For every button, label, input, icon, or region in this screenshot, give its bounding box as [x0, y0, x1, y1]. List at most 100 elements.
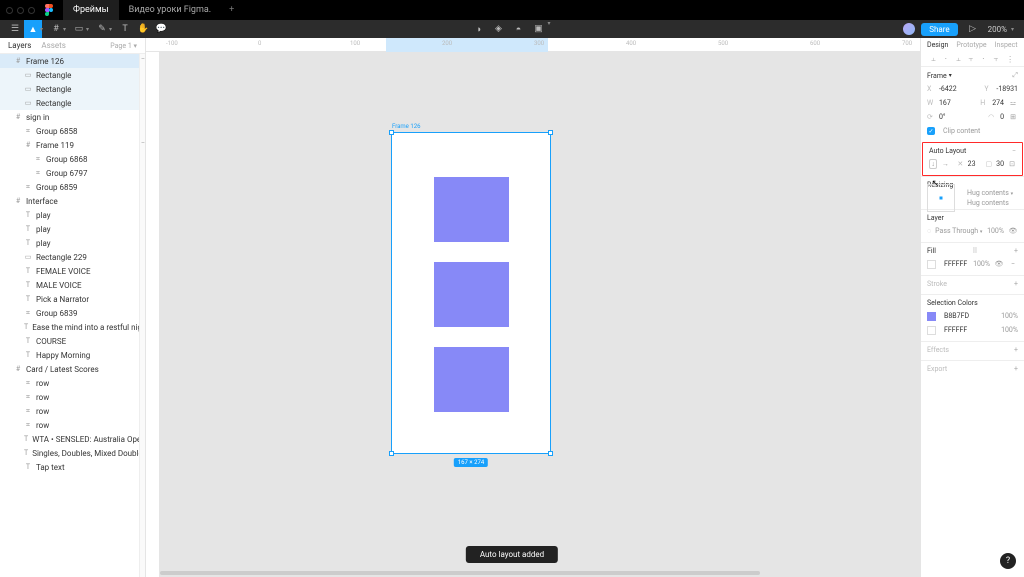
link-wh-icon[interactable]: ⚍: [1008, 98, 1018, 108]
layer-item[interactable]: TPick a Narrator: [0, 292, 145, 306]
layer-item[interactable]: ⌗Group 6839: [0, 306, 145, 320]
align-vcenter-icon[interactable]: ᛫: [981, 55, 986, 64]
add-export-button[interactable]: +: [1014, 365, 1018, 373]
present-button[interactable]: ▷: [964, 20, 982, 38]
color-opacity-2[interactable]: 100%: [1001, 326, 1018, 334]
mask-icon[interactable]: ◓: [509, 20, 527, 38]
fit-icon[interactable]: ⤢: [1012, 71, 1018, 80]
tab-design[interactable]: Design: [927, 41, 948, 49]
layer-item[interactable]: #Card / Latest Scores: [0, 362, 145, 376]
boolean-icon[interactable]: ▣: [529, 20, 547, 38]
resizing-v-select[interactable]: Hug contents: [967, 199, 1013, 207]
min-dot[interactable]: [17, 7, 24, 14]
visibility-icon[interactable]: 👁: [1008, 226, 1018, 236]
frame-title[interactable]: Frame: [927, 72, 947, 80]
layer-item[interactable]: ▭Rectangle: [0, 68, 145, 82]
radius-input[interactable]: 0: [1000, 113, 1004, 121]
alignment-button[interactable]: ⊡: [1008, 159, 1016, 169]
layer-item[interactable]: TFEMALE VOICE: [0, 264, 145, 278]
new-tab-button[interactable]: +: [221, 5, 242, 15]
rectangle-3[interactable]: [434, 347, 509, 412]
tab-assets[interactable]: Assets: [41, 41, 65, 50]
layer-item[interactable]: TMALE VOICE: [0, 278, 145, 292]
y-input[interactable]: -18931: [996, 85, 1018, 93]
help-button[interactable]: ?: [1000, 553, 1016, 569]
avatar[interactable]: [903, 23, 915, 35]
fill-style-icon[interactable]: ⠿: [972, 247, 977, 255]
layer-item[interactable]: THappy Morning: [0, 348, 145, 362]
add-effect-button[interactable]: +: [1014, 346, 1018, 354]
tab-inspect[interactable]: Inspect: [995, 41, 1018, 49]
resize-handle[interactable]: [548, 130, 553, 135]
layer-item[interactable]: ⌗Group 6858: [0, 124, 145, 138]
layer-item[interactable]: TTap text: [0, 460, 145, 474]
layer-item[interactable]: ▭Rectangle: [0, 96, 145, 110]
clip-content-checkbox[interactable]: ✓: [927, 127, 935, 135]
remove-fill-button[interactable]: −: [1008, 259, 1018, 269]
layer-item[interactable]: TSingles, Doubles, Mixed Doubles: [0, 446, 145, 460]
layer-item[interactable]: Tplay: [0, 236, 145, 250]
align-bottom-icon[interactable]: ⫟: [994, 54, 999, 64]
close-dot[interactable]: [6, 7, 13, 14]
hand-tool[interactable]: ✋: [134, 20, 152, 38]
layer-item[interactable]: TCOURSE: [0, 334, 145, 348]
layer-item[interactable]: TEase the mind into a restful night's sl…: [0, 320, 145, 334]
add-fill-button[interactable]: +: [1014, 247, 1018, 255]
fill-opacity-input[interactable]: 100%: [973, 260, 990, 268]
layer-item[interactable]: TWTA • SENSLED: Australia Open, hard: [0, 432, 145, 446]
text-tool[interactable]: T: [116, 20, 134, 38]
color-opacity-1[interactable]: 100%: [1001, 312, 1018, 320]
align-left-icon[interactable]: ⫠: [931, 54, 936, 64]
figma-logo-icon[interactable]: [45, 5, 55, 15]
resizing-h-select[interactable]: Hug contents ▾: [967, 189, 1013, 197]
direction-horizontal-button[interactable]: →: [941, 159, 949, 169]
collapse-strip[interactable]: [139, 54, 145, 577]
resize-handle[interactable]: [389, 130, 394, 135]
tab-file-1[interactable]: Фреймы: [63, 0, 119, 20]
resize-handle[interactable]: [548, 451, 553, 456]
layer-item[interactable]: Tplay: [0, 222, 145, 236]
gap-input[interactable]: 23: [968, 160, 976, 168]
align-right-icon[interactable]: ⫠: [956, 54, 961, 64]
tab-layers[interactable]: Layers: [8, 41, 31, 50]
color-swatch-1[interactable]: [927, 312, 936, 321]
layer-item[interactable]: ▭Rectangle: [0, 82, 145, 96]
canvas[interactable]: Frame 126 167 × 274: [160, 52, 920, 577]
rectangle-1[interactable]: [434, 177, 509, 242]
align-top-icon[interactable]: ⫟: [968, 54, 973, 64]
independent-corners-icon[interactable]: ⊞: [1008, 112, 1018, 122]
tab-file-2[interactable]: Видео уроки Figma.: [119, 0, 222, 20]
layer-item[interactable]: ⌗row: [0, 418, 145, 432]
layer-item[interactable]: #Frame 126: [0, 54, 145, 68]
align-hcenter-icon[interactable]: ᛫: [943, 55, 948, 64]
tab-prototype[interactable]: Prototype: [956, 41, 986, 49]
max-dot[interactable]: [28, 7, 35, 14]
x-input[interactable]: -6422: [939, 85, 957, 93]
layer-item[interactable]: #Frame 119: [0, 138, 145, 152]
menu-button[interactable]: ☰: [6, 20, 24, 38]
frame-label[interactable]: Frame 126: [392, 123, 420, 130]
direction-vertical-button[interactable]: ↓: [929, 159, 937, 169]
layer-item[interactable]: #Interface: [0, 194, 145, 208]
constraint-widget[interactable]: [927, 184, 955, 212]
component-icon[interactable]: ◈: [489, 20, 507, 38]
layer-item[interactable]: ⌗row: [0, 390, 145, 404]
layer-item[interactable]: ▭Rectangle 229: [0, 250, 145, 264]
horizontal-scrollbar[interactable]: [160, 571, 760, 575]
zoom-level[interactable]: 200%: [988, 25, 1007, 34]
remove-autolayout-button[interactable]: −: [1012, 147, 1016, 155]
resize-handle[interactable]: [389, 451, 394, 456]
add-stroke-button[interactable]: +: [1014, 280, 1018, 288]
page-selector[interactable]: Page 1 ▾: [110, 42, 137, 50]
layer-item[interactable]: Tplay: [0, 208, 145, 222]
style-icon[interactable]: ◑: [469, 20, 487, 38]
color-swatch-2[interactable]: [927, 326, 936, 335]
layer-opacity-input[interactable]: 100%: [987, 227, 1004, 235]
layer-item[interactable]: ⌗Group 6797: [0, 166, 145, 180]
fill-hex-input[interactable]: FFFFFF: [944, 260, 967, 268]
color-hex-2[interactable]: FFFFFF: [944, 326, 967, 334]
blend-mode-select[interactable]: Pass Through ▾: [935, 227, 982, 235]
fill-swatch[interactable]: [927, 260, 936, 269]
share-button[interactable]: Share: [921, 23, 957, 36]
h-input[interactable]: 274: [992, 99, 1004, 107]
